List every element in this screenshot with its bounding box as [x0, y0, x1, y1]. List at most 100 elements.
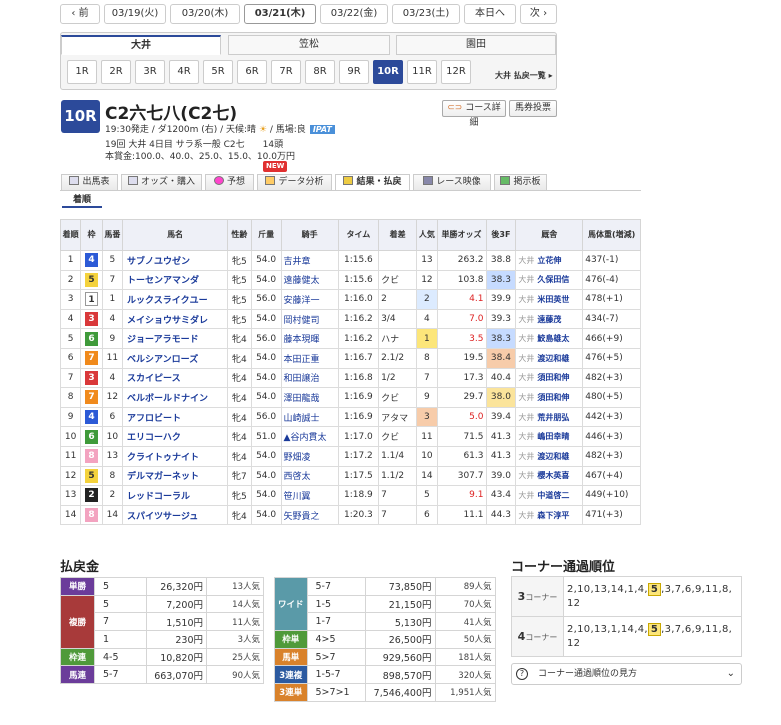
waku-badge: 1 — [85, 292, 99, 307]
race-tab-6r[interactable]: 6R — [237, 60, 267, 84]
payout-row: 3連単 5>7>1 7,546,400円 1,951人気 — [274, 683, 496, 702]
jockey-link[interactable]: 吉井章 — [280, 250, 339, 271]
horse-name-link[interactable]: メイショウサミダレ — [122, 308, 229, 330]
race-tab-12r[interactable]: 12R — [441, 60, 471, 84]
jockey-link[interactable]: 山崎誠士 — [280, 406, 339, 428]
horse-name-link[interactable]: アフロビート — [122, 406, 229, 428]
jockey-link[interactable]: 岡村健司 — [280, 308, 339, 330]
board-icon — [500, 176, 511, 185]
race-tab-3r[interactable]: 3R — [135, 60, 165, 84]
trainer-link[interactable]: 櫻木英喜 — [537, 471, 569, 480]
race-tab-11r[interactable]: 11R — [407, 60, 437, 84]
corner-help-dropdown[interactable]: ? コーナー通過順位の見方 ⌄ — [511, 663, 742, 685]
race-tab-9r[interactable]: 9R — [339, 60, 369, 84]
col-header: 単勝オッズ — [436, 219, 487, 251]
trainer-link[interactable]: 須田和伸 — [537, 373, 569, 382]
date-tab-0320[interactable]: 03/20(木) — [170, 4, 240, 24]
today-button[interactable]: 本日へ — [464, 4, 516, 24]
weight-carried: 54.0 — [250, 445, 282, 467]
trainer-cell: 大井 須田和伸 — [515, 387, 584, 408]
sub-tab-order[interactable]: 着順 — [62, 194, 102, 208]
date-tab-0322[interactable]: 03/22(金) — [320, 4, 388, 24]
finish-position: 4 — [59, 308, 82, 330]
trainer-link[interactable]: 中道啓二 — [537, 491, 569, 500]
tab-entries[interactable]: 出馬表 — [61, 174, 118, 191]
jockey-link[interactable]: 笹川翼 — [280, 485, 339, 506]
jockey-link[interactable]: 野畑凌 — [280, 445, 339, 467]
jockey-link[interactable]: 澤田龍哉 — [280, 387, 339, 408]
body-weight: 437(-1) — [582, 250, 641, 271]
horse-name-link[interactable]: スカイピース — [122, 367, 229, 389]
tab-odds[interactable]: オッズ・購入 — [121, 174, 202, 191]
tab-race-video[interactable]: レース映像 — [413, 174, 491, 191]
jockey-link[interactable]: 西啓太 — [280, 465, 339, 487]
trainer-link[interactable]: 森下淳平 — [537, 511, 569, 520]
horse-name-link[interactable]: サブノユウゼン — [122, 250, 229, 271]
date-tab-0323[interactable]: 03/23(土) — [392, 4, 460, 24]
vote-button[interactable]: 馬券投票 — [509, 100, 557, 117]
horse-number: 4 — [101, 367, 124, 389]
next-date-button[interactable]: 次 › — [520, 4, 557, 24]
jockey-link[interactable]: 矢野貴之 — [280, 504, 339, 526]
venue-tab-sonoda[interactable]: 園田 — [396, 35, 556, 55]
trainer-link[interactable]: 久保田信 — [537, 275, 569, 284]
popularity: 7 — [416, 367, 438, 389]
tab-results-payout[interactable]: 結果・払戻 — [335, 174, 410, 191]
payout-popularity: 181人気 — [434, 647, 496, 667]
race-tab-5r[interactable]: 5R — [203, 60, 233, 84]
jockey-link[interactable]: 藤本現暉 — [280, 328, 339, 349]
jockey-link[interactable]: 本田正重 — [280, 347, 339, 369]
race-tab-8r[interactable]: 8R — [305, 60, 335, 84]
race-tab-7r[interactable]: 7R — [271, 60, 301, 84]
body-weight: 446(+3) — [582, 426, 641, 447]
race-tab-4r[interactable]: 4R — [169, 60, 199, 84]
weight-carried: 54.0 — [250, 387, 282, 408]
horse-name-link[interactable]: ジョーアラモード — [122, 328, 229, 349]
race-list-link[interactable]: 大井 払戻一覧 ▸ — [495, 70, 553, 81]
tab-board[interactable]: 掲示板 — [494, 174, 547, 191]
venue-tab-kasamatsu[interactable]: 笠松 — [228, 35, 390, 55]
tab-data-analysis[interactable]: データ分析 — [257, 174, 332, 191]
horse-name-link[interactable]: クライトゥナイト — [122, 445, 229, 467]
race-tab-10r[interactable]: 10R — [373, 60, 403, 84]
trainer-link[interactable]: 米田英世 — [537, 295, 569, 304]
trainer-link[interactable]: 嶋田幸晴 — [537, 432, 569, 441]
weight-carried: 56.0 — [250, 406, 282, 428]
course-detail-button[interactable]: ⊂⊃ コース詳細 — [442, 100, 506, 128]
waku-cell: 6 — [80, 328, 103, 349]
venue-tab-ooi[interactable]: 大井 — [61, 35, 221, 55]
trainer-area: 大井 — [518, 255, 535, 265]
horse-name-link[interactable]: エリコーハク — [122, 426, 229, 447]
jockey-link[interactable]: 和田譲治 — [280, 367, 339, 389]
date-tab-0319[interactable]: 03/19(火) — [104, 4, 166, 24]
trainer-link[interactable]: 荒井朋弘 — [537, 413, 569, 422]
jockey-link[interactable]: 遠藤健太 — [280, 269, 339, 291]
horse-name-link[interactable]: ルックスライクユー — [122, 289, 229, 310]
horse-name-link[interactable]: ベルボールドナイン — [122, 387, 229, 408]
finish-position: 7 — [59, 367, 82, 389]
trainer-link[interactable]: 立花伸 — [537, 256, 561, 265]
trainer-link[interactable]: 渡辺和雄 — [537, 354, 569, 363]
horse-name-link[interactable]: レッドコーラル — [122, 485, 229, 506]
race-tab-1r[interactable]: 1R — [67, 60, 97, 84]
results-header-row: 着順枠馬番 馬名 性齢 斤量 騎手 タイム 着差 人気 単勝オッズ 後3F 厩舎 馬体重(増減) — [59, 219, 641, 251]
prev-date-button[interactable]: ‹ 前 — [60, 4, 100, 24]
trainer-link[interactable]: 鮫島雄太 — [537, 334, 569, 343]
horse-name-link[interactable]: デルマガーネット — [122, 465, 229, 487]
horse-name-link[interactable]: スパイツサージュ — [122, 504, 229, 526]
popularity: 9 — [416, 387, 438, 408]
tab-prediction[interactable]: 予想 — [205, 174, 254, 191]
horse-name-link[interactable]: トーセンアマンダ — [122, 269, 229, 291]
jockey-link[interactable]: 安藤洋一 — [280, 289, 339, 310]
win-odds: 19.5 — [436, 347, 487, 369]
trainer-link[interactable]: 遠藤茂 — [537, 315, 561, 324]
jockey-link[interactable]: ▲谷内貫太 — [280, 426, 339, 447]
date-tab-0321[interactable]: 03/21(木) — [244, 4, 316, 24]
corner-text: コーナー — [525, 633, 558, 642]
margin: 7 — [378, 504, 418, 526]
race-tab-2r[interactable]: 2R — [101, 60, 131, 84]
sunny-icon: ☀ — [258, 125, 267, 135]
trainer-link[interactable]: 須田和伸 — [537, 393, 569, 402]
trainer-link[interactable]: 渡辺和雄 — [537, 452, 569, 461]
horse-name-link[interactable]: ベルシアンローズ — [122, 347, 229, 369]
